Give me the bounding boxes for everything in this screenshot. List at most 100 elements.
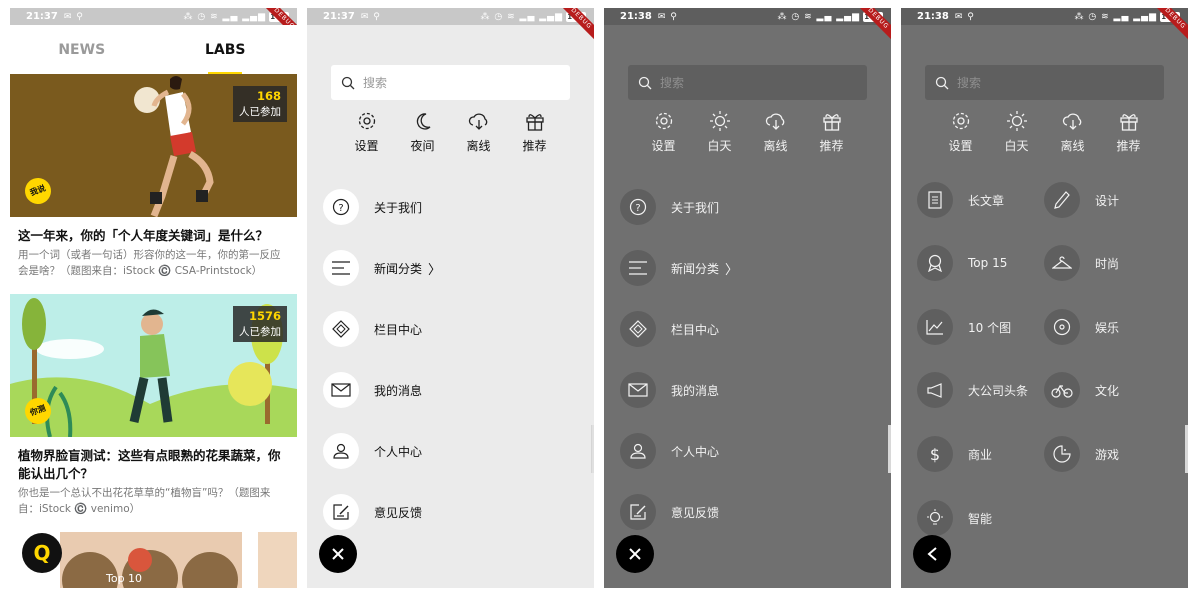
quick-day[interactable]: 白天: [702, 109, 737, 154]
cloud-download-icon: [461, 109, 496, 133]
quick-recommend[interactable]: 推荐: [814, 109, 849, 154]
search-icon: [935, 76, 949, 89]
category-long-article[interactable]: 长文章: [917, 182, 1004, 218]
vinyl-icon: [1044, 309, 1080, 345]
category-big-company[interactable]: 大公司头条: [917, 372, 1028, 408]
menu-item-messages[interactable]: 我的消息: [620, 372, 719, 408]
back-button[interactable]: [913, 535, 951, 573]
category-top15[interactable]: Top 15: [917, 245, 1007, 281]
scroll-edge: [888, 425, 891, 473]
status-time: 21:38: [620, 11, 652, 22]
menu-item-label: 栏目中心: [671, 322, 720, 337]
chevron-left-icon: [927, 547, 937, 561]
tab-labs[interactable]: LABS: [154, 25, 298, 75]
search-icon: [638, 76, 652, 89]
count-label: 人已参加: [239, 326, 281, 338]
cloud-download-icon: [758, 109, 793, 133]
close-button[interactable]: [319, 535, 357, 573]
diamond-icon: [620, 311, 656, 347]
megaphone-icon: [917, 372, 953, 408]
menu-item-label: 我的消息: [374, 383, 423, 398]
quick-label: 夜间: [410, 139, 435, 153]
gear-icon: [349, 109, 384, 133]
status-bar: 21:37 ✉ ⚲ ⁂ ◷ ≋ ▂▄ ▂▄▆ 100: [307, 8, 594, 25]
chart-icon: [917, 309, 953, 345]
category-entertainment[interactable]: 娱乐: [1044, 309, 1119, 345]
tab-news[interactable]: NEWS: [10, 25, 154, 75]
menu-item-label: 关于我们: [374, 200, 423, 215]
menu-item-categories[interactable]: 新闻分类 〉: [620, 250, 738, 286]
search-placeholder: 搜索: [363, 76, 388, 90]
quick-label: 白天: [1004, 139, 1029, 153]
card-description: 用一个词（或者一句话）形容你的这一年，你的第一反应会是啥？（题图来自：iStoc…: [18, 249, 281, 277]
category-label: 文化: [1095, 383, 1120, 398]
quick-label: 设置: [948, 139, 973, 153]
quick-settings[interactable]: 设置: [646, 109, 681, 154]
person-icon: [323, 433, 359, 469]
chevron-right-icon: 〉: [725, 262, 739, 278]
search-bar[interactable]: 搜索: [925, 65, 1164, 100]
quick-label: 离线: [1060, 139, 1085, 153]
menu-item-columns[interactable]: 栏目中心: [620, 311, 719, 347]
search-bar[interactable]: 搜索: [331, 65, 570, 100]
menu-item-label: 意见反馈: [374, 505, 423, 520]
menu-item-about[interactable]: ? 关于我们: [620, 189, 719, 225]
quick-label: 离线: [763, 139, 788, 153]
notification-icons: ✉ ⚲: [954, 11, 975, 22]
category-10-charts[interactable]: 10 个图: [917, 309, 1011, 345]
category-games[interactable]: 游戏: [1044, 436, 1119, 472]
menu-item-categories[interactable]: 新闻分类 〉: [323, 250, 441, 286]
quick-offline[interactable]: 离线: [758, 109, 793, 154]
menu-item-about[interactable]: ? 关于我们: [323, 189, 422, 225]
list-icon: [620, 250, 656, 286]
search-placeholder: 搜索: [660, 76, 685, 90]
status-time: 21:37: [26, 11, 58, 22]
quick-recommend[interactable]: 推荐: [517, 109, 552, 154]
search-bar[interactable]: 搜索: [628, 65, 867, 100]
menu-item-columns[interactable]: 栏目中心: [323, 311, 422, 347]
list-icon: [323, 250, 359, 286]
card-title[interactable]: 植物界脸盲测试：这些有点眼熟的花果蔬菜，你能认出几个？: [10, 437, 297, 483]
moon-icon: [405, 109, 440, 133]
menu-item-profile[interactable]: 个人中心: [620, 433, 719, 469]
menu-item-profile[interactable]: 个人中心: [323, 433, 422, 469]
menu-item-messages[interactable]: 我的消息: [323, 372, 422, 408]
quick-label: 白天: [707, 139, 732, 153]
gift-icon: [517, 109, 552, 133]
category-ai[interactable]: 智能: [917, 500, 992, 536]
quick-settings[interactable]: 设置: [349, 109, 384, 154]
menu-item-label: 关于我们: [671, 200, 720, 215]
quick-recommend[interactable]: 推荐: [1111, 109, 1146, 154]
side-menu: 搜索 设置 夜间 离线 推荐 ? 关于我们 新闻分类 〉 栏目中心 我的消息 个…: [307, 25, 594, 588]
quick-settings[interactable]: 设置: [943, 109, 978, 154]
quick-night[interactable]: 夜间: [405, 109, 440, 154]
category-fashion[interactable]: 时尚: [1044, 245, 1119, 281]
status-time: 21:38: [917, 11, 949, 22]
question-icon: ?: [620, 189, 656, 225]
feed-card[interactable]: 168 人已参加 我说 这一年来，你的「个人年度关键词」是什么？ 用一个词（或者…: [10, 74, 297, 279]
sun-icon: [999, 109, 1034, 133]
quick-offline[interactable]: 离线: [461, 109, 496, 154]
category-label: 商业: [968, 447, 993, 462]
category-design[interactable]: 设计: [1044, 182, 1119, 218]
quick-day[interactable]: 白天: [999, 109, 1034, 154]
menu-item-feedback[interactable]: 意见反馈: [323, 494, 422, 530]
category-label: 长文章: [968, 193, 1005, 208]
feed-card[interactable]: 1576 人已参加 你测 植物界脸盲测试：这些有点眼熟的花果蔬菜，你能认出几个？…: [10, 294, 297, 517]
chevron-right-icon: 〉: [428, 262, 442, 278]
category-label: 设计: [1095, 193, 1120, 208]
count-label: 人已参加: [239, 106, 281, 118]
menu-item-feedback[interactable]: 意见反馈: [620, 494, 719, 530]
quick-label: 离线: [466, 139, 491, 153]
category-culture[interactable]: 文化: [1044, 372, 1119, 408]
close-button[interactable]: [616, 535, 654, 573]
card-title[interactable]: 这一年来，你的「个人年度关键词」是什么？: [10, 217, 297, 245]
category-label: 时尚: [1095, 256, 1120, 271]
status-bar: 21:38 ✉ ⚲ ⁂ ◷ ≋ ▂▄ ▂▄▆ 100: [604, 8, 891, 25]
scroll-edge: [1185, 425, 1188, 473]
category-menu: 搜索 设置 白天 离线 推荐 长文章 Top 15 10 个图 大公司头条 $ …: [901, 25, 1188, 588]
quick-offline[interactable]: 离线: [1055, 109, 1090, 154]
feed-tabs: NEWS LABS: [10, 25, 297, 75]
q-fab-button[interactable]: Q: [22, 533, 62, 573]
category-business[interactable]: $ 商业: [917, 436, 992, 472]
